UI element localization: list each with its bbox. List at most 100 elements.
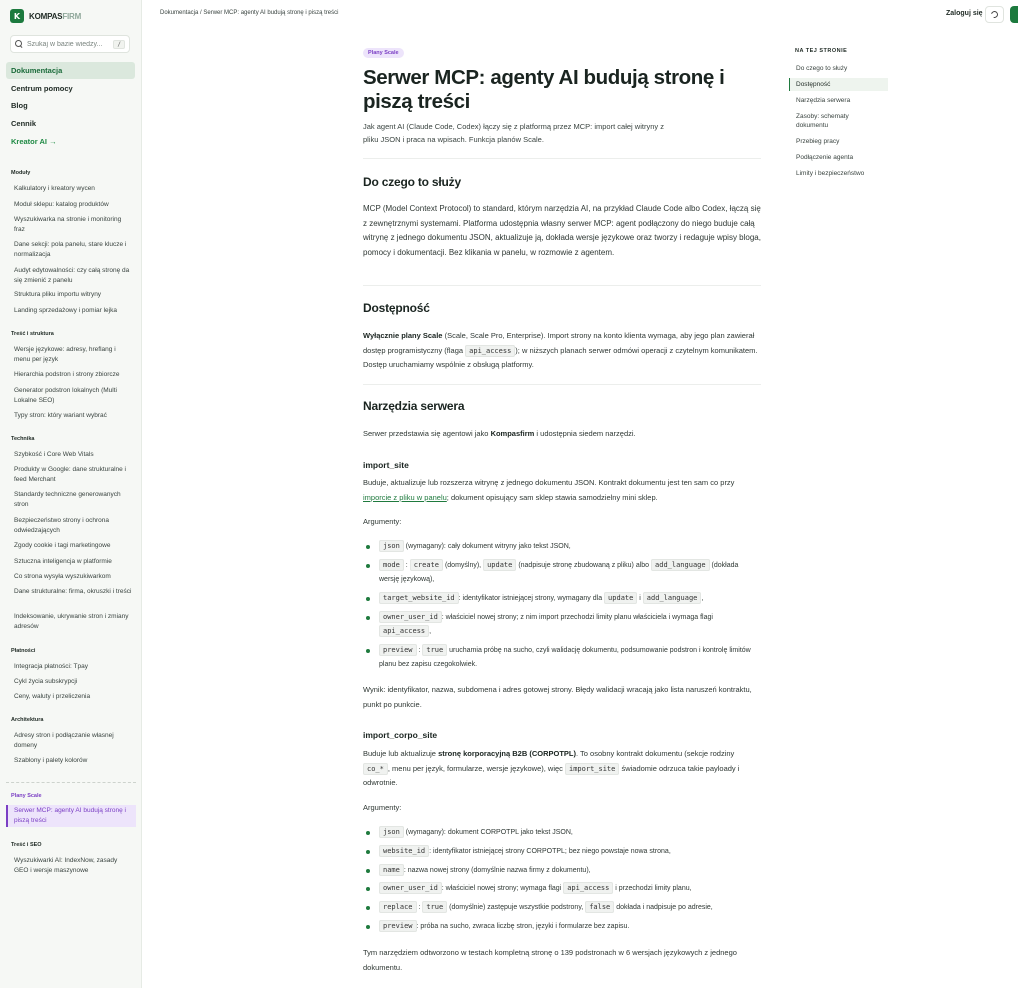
sidebar-item[interactable]: Dane sekcji: pola panelu, stare klucze i… [14,240,132,260]
sidebar-item[interactable]: Struktura pliku importu witryny [14,290,132,300]
sidebar-item[interactable]: Typy stron: który wariant wybrać [14,411,132,421]
arg-text: : identyfikator istniejącej strony CORPO… [429,848,671,855]
sidebar-item-active[interactable]: Serwer MCP: agenty AI budują stronę i pi… [6,805,136,827]
heading-import-site: import_site [363,460,409,470]
code-website-id: website_id [379,845,430,857]
paragraph-import-corpo: Buduje lub aktualizuje stronę korporacyj… [363,747,761,791]
sidebar-item[interactable]: Ceny, waluty i przeliczenia [14,692,132,702]
sidebar-item[interactable]: Bezpieczeństwo strony i ochrona odwiedza… [14,516,132,536]
sidebar-item[interactable]: Adresy stron i podłączanie własnej domen… [14,731,132,751]
corpo-bold: stronę korporacyjną B2B (CORPOTPL) [438,749,577,758]
list-item: preview: próba na sucho, zwraca liczbę s… [364,920,764,934]
page-title: Serwer MCP: agenty AI budują stronę i pi… [363,66,725,113]
sidebar-item[interactable]: Hierarchia podstron i strony zbiorcze [14,370,132,380]
logo-text: KOMPASFIRM [29,12,81,21]
moon-icon [989,9,1000,20]
sidebar-item[interactable]: Dane strukturalne: firma, okruszki i tre… [14,587,132,597]
nav-creator[interactable]: Kreator AI → [6,133,135,150]
sidebar-item[interactable]: Produkty w Google: dane strukturalne i f… [14,465,132,485]
list-item: target_website_id: identyfikator istniej… [364,592,764,606]
section-heading: Moduły [11,170,31,176]
code-json: json [379,540,404,552]
arg-text: (nadpisuje stronę zbudowaną z pliku) alb… [516,562,652,569]
args-label: Argumenty: [363,803,402,812]
sidebar-item[interactable]: Wersje językowe: adresy, hreflang i menu… [14,345,132,365]
nav-docs[interactable]: Dokumentacja [6,62,135,79]
sidebar-item[interactable]: Sztuczna inteligencja w platformie [14,557,132,567]
paragraph-availability: Wyłącznie plany Scale (Scale, Scale Pro,… [363,329,758,373]
arg-text: i przechodzi limity planu, [613,885,692,892]
plan-badge: Plany Scale [363,48,404,58]
code-update: update [604,592,638,604]
list-item: json (wymagany): cały dokument witryny j… [364,540,764,554]
nav-blog[interactable]: Blog [6,97,135,114]
sidebar-item[interactable]: Integracja płatności: Tpay [14,662,132,672]
paragraph-corpo-result: Tym narzędziem odtworzono w testach komp… [363,948,737,972]
list-item: json (wymagany): dokument CORPOTPL jako … [364,826,764,840]
sidebar-item[interactable]: Wyszukiwarki AI: IndexNow, zasady GEO i … [14,856,132,876]
code-name: name [379,864,404,876]
search-input[interactable] [27,40,107,48]
sidebar-item[interactable]: Co strona wysyła wyszukiwarkom [14,572,132,582]
breadcrumb[interactable]: Dokumentacja / Serwer MCP: agenty AI bud… [160,10,338,16]
search-shortcut: / [113,39,125,49]
logo[interactable]: K KOMPASFIRM [10,9,81,23]
code-owner-user-id: owner_user_id [379,611,442,623]
nav-pricing[interactable]: Cennik [6,115,135,132]
sidebar-item[interactable]: Wyszukiwarka na stronie i monitoring fra… [14,215,132,235]
paragraph-import-result: Wynik: identyfikator, nazwa, subdomena i… [363,685,752,709]
import-text-1: Buduje, aktualizuje lub rozszerza witryn… [363,478,735,487]
logo-mark-icon: K [10,9,24,23]
logo-text-a: KOMPAS [29,11,63,21]
sidebar-item[interactable]: Cykl życia subskrypcji [14,677,132,687]
nav-help[interactable]: Centrum pomocy [6,80,135,97]
code-json: json [379,826,404,838]
sidebar-item[interactable]: Szybkość i Core Web Vitals [14,450,132,460]
arg-text: (domyślny), [444,562,484,569]
arg-text: dokłada i nadpisuje po adresie, [614,904,713,911]
toc-item-active[interactable]: Dostępność [789,78,888,91]
sidebar-item[interactable]: Landing sprzedażowy i pomiar lejka [14,306,132,316]
cta-button[interactable] [1010,6,1018,23]
section-heading: Technika [11,436,35,442]
paragraph-tools: Serwer przedstawia się agentowi jako Kom… [363,427,763,442]
import-panel-link[interactable]: imporcie z pliku w panelu [363,493,447,502]
toc-item[interactable]: Limity i bezpieczeństwo [789,169,888,178]
toc-item[interactable]: Zasoby: schematy dokumentu [789,112,859,130]
sidebar-item[interactable]: Generator podstron lokalnych (Multi Loka… [14,386,132,406]
search-box[interactable]: / [10,35,130,53]
sidebar-item[interactable]: Moduł sklepu: katalog produktów [14,200,132,210]
heading-availability: Dostępność [363,301,430,315]
divider [363,285,761,286]
arg-text: : właściciel nowej strony; z nim import … [441,614,713,621]
toc-item[interactable]: Do czego to służy [789,64,888,73]
sidebar-item[interactable]: Standardy techniczne generowanych stron [14,490,132,510]
sidebar-item[interactable]: Audyt edytowalności: czy całą stronę da … [14,266,132,286]
sidebar-item[interactable]: Szablony i palety kolorów [14,756,132,766]
list-item: replace : true (domyślnie) zastępuje wsz… [364,901,774,915]
sidebar-item[interactable]: Kalkulatory i kreatory wycen [14,184,132,194]
availability-bold: Wyłącznie plany Scale [363,331,443,340]
divider [363,384,761,385]
code-replace: replace [379,901,417,913]
sidebar-item[interactable]: Indeksowanie, ukrywanie stron i zmiany a… [14,612,132,632]
code-add-language: add_language [642,592,702,604]
login-link[interactable]: Zaloguj się [946,10,983,17]
theme-toggle-button[interactable] [985,6,1004,23]
code-import-site: import_site [565,762,620,775]
section-heading: Treść i SEO [11,842,42,848]
arg-text: (domyślnie) zastępuje wszystkie podstron… [447,904,586,911]
code-preview: preview [379,644,417,656]
corpo-text-3: , menu per język, formularze, wersje jęz… [387,763,565,773]
import-text-2: ; dokument opisujący sam sklep stawia sa… [446,492,658,502]
list-item: mode : create (domyślny), update (nadpis… [364,559,749,586]
toc-item[interactable]: Podłączenie agenta [789,153,888,162]
code-mode: mode [379,559,404,571]
toc-item[interactable]: Przebieg pracy [789,137,888,146]
tools-bold: Kompasfirm [490,429,535,438]
sidebar-divider [6,782,136,783]
code-true: true [422,644,448,656]
sidebar-item[interactable]: Zgody cookie i tagi marketingowe [14,541,132,551]
toc-item[interactable]: Narzędzia serwera [789,96,888,105]
code-api-access: api_access [563,882,614,894]
